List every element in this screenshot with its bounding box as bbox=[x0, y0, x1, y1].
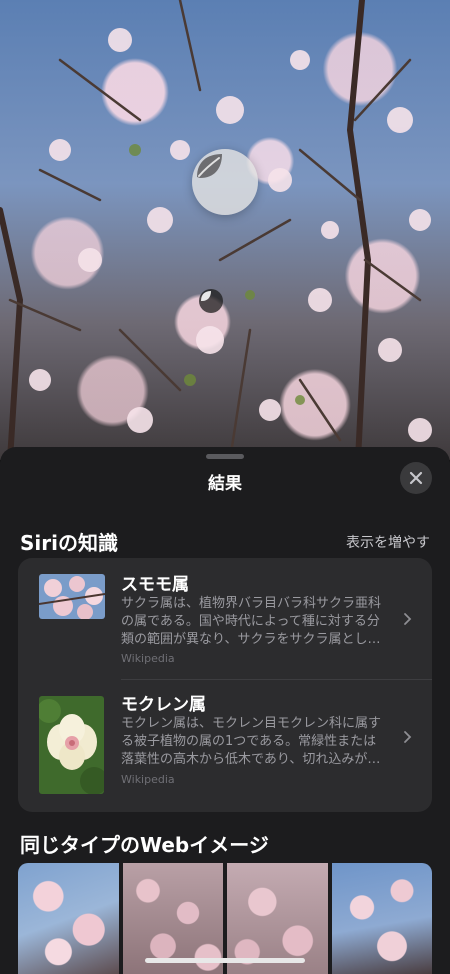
results-sheet: 結果 Siriの知識 表示を増やす スモモ属 サクラ属は、植物界バラ目バラ科サク… bbox=[0, 447, 450, 974]
home-indicator[interactable] bbox=[145, 958, 305, 963]
leaf-small-icon bbox=[201, 291, 211, 301]
photo-cherry-blossoms bbox=[0, 0, 450, 460]
xmark-icon bbox=[409, 471, 423, 485]
visual-lookup-button[interactable] bbox=[192, 149, 258, 215]
result-description: サクラ属は、植物界バラ目バラ科サクラ亜科の属である。国や時代によって種に対する分… bbox=[121, 596, 382, 647]
result-source: Wikipedia bbox=[121, 773, 175, 786]
result-item-magnolia[interactable]: モクレン属 モクレン属は、モクレン目モクレン科に属する被子植物の属の1つである。… bbox=[18, 682, 432, 802]
siri-knowledge-heading: Siriの知識 bbox=[20, 531, 118, 555]
divider bbox=[121, 679, 432, 680]
web-images-heading: 同じタイプのWebイメージ bbox=[20, 833, 269, 857]
close-button[interactable] bbox=[400, 462, 432, 494]
sheet-title: 結果 bbox=[208, 474, 242, 494]
chevron-right-icon bbox=[404, 613, 412, 625]
show-more-link[interactable]: 表示を増やす bbox=[346, 532, 430, 552]
magnolia-thumbnail bbox=[39, 696, 104, 794]
siri-knowledge-card: スモモ属 サクラ属は、植物界バラ目バラ科サクラ亜科の属である。国や時代によって種… bbox=[18, 558, 432, 812]
web-image-tile[interactable] bbox=[331, 863, 432, 974]
branches-overlay bbox=[0, 0, 432, 460]
result-item-prunus[interactable]: スモモ属 サクラ属は、植物界バラ目バラ科サクラ亜科の属である。国や時代によって種… bbox=[18, 558, 432, 678]
result-source: Wikipedia bbox=[121, 652, 175, 665]
sheet-grabber[interactable] bbox=[206, 454, 244, 459]
result-title: スモモ属 bbox=[121, 575, 189, 595]
leaf-marker-icon[interactable] bbox=[199, 289, 223, 313]
web-image-tile[interactable] bbox=[18, 863, 119, 974]
chevron-right-icon bbox=[404, 731, 412, 743]
result-title: モクレン属 bbox=[121, 695, 206, 715]
result-description: モクレン属は、モクレン目モクレン科に属する被子植物の属の1つである。常緑性または… bbox=[121, 716, 382, 767]
cherry-blossom-thumbnail bbox=[39, 574, 105, 619]
leaf-icon bbox=[197, 154, 222, 178]
